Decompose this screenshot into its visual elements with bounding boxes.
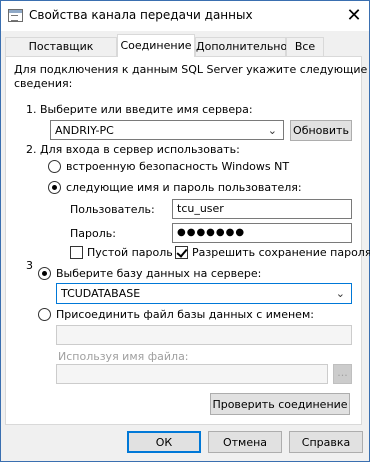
intro-line-2: сведения:: [14, 77, 73, 90]
tab-data-provider[interactable]: Поставщик данных: [5, 37, 117, 70]
database-combobox[interactable]: TCUDATABASE ⌄: [56, 283, 352, 304]
blank-password-label: Пустой пароль: [87, 246, 173, 259]
refresh-button[interactable]: Обновить: [290, 120, 352, 141]
password-input[interactable]: ●●●●●●●: [172, 223, 352, 243]
password-label: Пароль:: [70, 227, 116, 240]
radio-windows-nt-label: встроенную безопасность Windows NT: [66, 160, 290, 173]
cancel-button[interactable]: Отмена: [208, 431, 282, 453]
logical-name-label: Используя имя файла:: [58, 350, 189, 363]
tab-label: Дополнительно: [196, 40, 288, 53]
step2-label: 2. Для входа в сервер использовать:: [26, 143, 240, 156]
radio-attach-database-label: Присоединить файл базы данных с именем:: [56, 308, 314, 321]
step3-number: 3: [26, 259, 33, 272]
radio-select-database[interactable]: [38, 267, 51, 280]
tab-advanced[interactable]: Дополнительно: [195, 37, 288, 56]
allow-save-password-label: Разрешить сохранение пароля: [192, 246, 370, 259]
window-title: Свойства канала передачи данных: [29, 8, 253, 22]
tab-all[interactable]: Все: [286, 37, 324, 56]
radio-attach-database-file[interactable]: [38, 308, 51, 321]
tab-label: Соединение: [120, 39, 192, 52]
allow-save-password-checkbox[interactable]: [175, 246, 188, 259]
test-connection-button[interactable]: Проверить соединение: [210, 393, 350, 415]
server-name-combobox[interactable]: ANDRIY-PC ⌄: [50, 120, 284, 140]
dialog-window: Свойства канала передачи данных ✕ Постав…: [0, 0, 370, 462]
radio-user-password-label: следующие имя и пароль пользователя:: [66, 181, 302, 194]
server-name-value: ANDRIY-PC: [55, 124, 114, 137]
chevron-down-icon[interactable]: ⌄: [268, 124, 277, 137]
tab-connection[interactable]: Соединение: [117, 34, 195, 57]
username-label: Пользователь:: [70, 203, 155, 216]
radio-windows-nt-auth[interactable]: [48, 160, 61, 173]
browse-button[interactable]: ...: [333, 364, 352, 384]
radio-select-database-label: Выберите базу данных на сервере:: [56, 267, 262, 280]
username-input[interactable]: tcu_user: [172, 199, 352, 219]
attach-file-input[interactable]: [56, 325, 352, 345]
radio-user-password-auth[interactable]: [48, 181, 61, 194]
step1-label: 1. Выберите или введите имя сервера:: [26, 103, 253, 116]
help-button[interactable]: Справка: [289, 431, 363, 453]
window-icon: [8, 9, 23, 22]
logical-name-input[interactable]: [56, 364, 328, 384]
chevron-down-icon[interactable]: ⌄: [336, 287, 345, 300]
intro-line-1: Для подключения к данным SQL Server укаж…: [14, 63, 368, 76]
connection-panel: Для подключения к данным SQL Server укаж…: [5, 56, 370, 425]
blank-password-checkbox[interactable]: [70, 246, 83, 259]
tab-label: Все: [294, 40, 316, 53]
close-icon[interactable]: ✕: [339, 1, 369, 31]
ok-button[interactable]: ОК: [127, 431, 201, 453]
database-value: TCUDATABASE: [61, 287, 141, 300]
title-bar[interactable]: Свойства канала передачи данных ✕: [1, 1, 369, 31]
